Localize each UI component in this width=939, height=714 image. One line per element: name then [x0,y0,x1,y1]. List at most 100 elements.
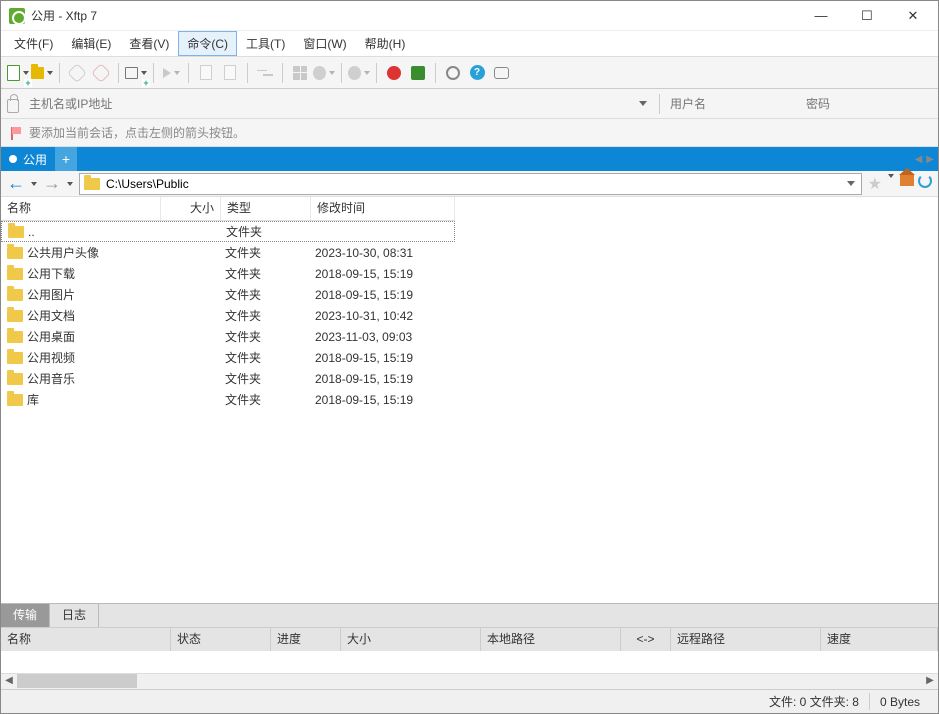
file-type: 文件夹 [225,370,315,387]
file-modified: 2023-11-03, 09:03 [315,330,455,344]
tcol-local[interactable]: 本地路径 [481,628,621,651]
address-bar [1,89,938,119]
file-type: 文件夹 [225,328,315,345]
file-view: 名称 大小 类型 修改时间 ..文件夹公共用户头像文件夹2023-10-30, … [1,197,938,603]
host-dropdown-icon[interactable] [639,101,647,106]
file-modified: 2018-09-15, 15:19 [315,393,455,407]
nav-back-button[interactable]: ← [5,173,27,194]
bookmark-dropdown[interactable] [888,174,894,178]
toolbar: + + ? [1,57,938,89]
file-name: 公用文档 [27,307,225,324]
file-row[interactable]: 公用下载文件夹2018-09-15, 15:19 [1,263,455,284]
file-row[interactable]: 公用视频文件夹2018-09-15, 15:19 [1,347,455,368]
file-row[interactable]: ..文件夹 [1,221,455,242]
col-modified[interactable]: 修改时间 [311,197,455,220]
menu-view[interactable]: 查看(V) [120,31,178,56]
file-name: 公用图片 [27,286,225,303]
window-title: 公用 - Xftp 7 [31,7,97,24]
file-row[interactable]: 库文件夹2018-09-15, 15:19 [1,389,455,410]
lock-icon [7,99,19,113]
play-button[interactable] [160,62,182,84]
tcol-remote[interactable]: 远程路径 [671,628,821,651]
file-row[interactable]: 公用音乐文件夹2018-09-15, 15:19 [1,368,455,389]
tab-log[interactable]: 日志 [50,604,99,627]
add-session-tab[interactable]: + [55,147,77,171]
col-type[interactable]: 类型 [221,197,311,220]
tab-next-icon[interactable]: ▶ [926,154,934,165]
file-row[interactable]: 公用文档文件夹2023-10-31, 10:42 [1,305,455,326]
home-icon[interactable] [900,174,914,186]
layout-button[interactable] [289,62,311,84]
new-session-button[interactable]: + [7,62,29,84]
tab-transfer[interactable]: 传输 [1,604,50,627]
menu-edit[interactable]: 编辑(E) [62,31,120,56]
folder-icon [84,178,100,190]
bookmark-icon[interactable]: ★ [868,174,882,194]
local-panel: 名称 大小 类型 修改时间 ..文件夹公共用户头像文件夹2023-10-30, … [1,197,455,603]
tcol-speed[interactable]: 速度 [821,628,938,651]
transfer-button[interactable] [254,62,276,84]
menu-tool[interactable]: 工具(T) [237,31,294,56]
swirl-icon[interactable] [383,62,405,84]
nav-forward-dropdown[interactable] [67,182,73,186]
tab-prev-icon[interactable]: ◀ [915,154,923,165]
menu-command[interactable]: 命令(C) [178,31,237,56]
feedback-button[interactable] [490,62,512,84]
file-name: 公共用户头像 [27,244,225,261]
session-tab-label: 公用 [23,151,47,168]
tcol-direction[interactable]: <-> [621,628,671,651]
host-input[interactable] [25,93,633,115]
column-headers: 名称 大小 类型 修改时间 [1,197,455,221]
nav-back-dropdown[interactable] [31,182,37,186]
path-input[interactable] [106,177,843,191]
menu-window[interactable]: 窗口(W) [294,31,355,56]
file-row[interactable]: 公用图片文件夹2018-09-15, 15:19 [1,284,455,305]
minimize-button[interactable]: — [798,1,844,31]
file-name: 公用下载 [27,265,225,282]
folder-icon [7,310,23,322]
file-type: 文件夹 [226,223,316,240]
file-name: 公用音乐 [27,370,225,387]
tcol-name[interactable]: 名称 [1,628,171,651]
close-button[interactable]: ✕ [890,1,936,31]
new-folder-button[interactable] [219,62,241,84]
hint-text: 要添加当前会话，点击左侧的箭头按钮。 [29,124,245,141]
tcol-status[interactable]: 状态 [171,628,271,651]
file-name: .. [28,225,226,239]
new-file-button[interactable] [195,62,217,84]
file-type: 文件夹 [225,349,315,366]
file-row[interactable]: 公共用户头像文件夹2023-10-30, 08:31 [1,242,455,263]
tcol-size[interactable]: 大小 [341,628,481,651]
password-input[interactable] [802,93,932,115]
transfer-body: ◀▶ [1,651,938,689]
new-terminal-button[interactable]: + [125,62,147,84]
tcol-progress[interactable]: 进度 [271,628,341,651]
settings-button[interactable] [442,62,464,84]
path-box [79,173,862,195]
col-size[interactable]: 大小 [161,197,221,220]
session-tab-public[interactable]: 公用 [1,147,55,171]
maximize-button[interactable]: ☐ [844,1,890,31]
refresh-icon[interactable] [918,174,932,188]
username-input[interactable] [666,93,796,115]
disconnect-button[interactable] [90,62,112,84]
status-bar: 文件: 0 文件夹: 8 0 Bytes [1,689,938,713]
open-session-button[interactable] [31,62,53,84]
file-modified: 2018-09-15, 15:19 [315,351,455,365]
record-button[interactable] [348,62,370,84]
menu-help[interactable]: 帮助(H) [356,31,415,56]
connect-button[interactable] [66,62,88,84]
help-button[interactable]: ? [466,62,488,84]
file-modified: 2023-10-31, 10:42 [315,309,455,323]
folder-icon [7,247,23,259]
nav-forward-button[interactable]: → [41,173,63,194]
menu-file[interactable]: 文件(F) [5,31,62,56]
col-name[interactable]: 名称 [1,197,161,220]
file-list[interactable]: ..文件夹公共用户头像文件夹2023-10-30, 08:31公用下载文件夹20… [1,221,455,603]
folder-icon [7,352,23,364]
netsarang-icon[interactable] [407,62,429,84]
horizontal-scrollbar[interactable]: ◀▶ [1,673,938,689]
sync-button[interactable] [313,62,335,84]
path-dropdown-icon[interactable] [847,181,855,186]
file-row[interactable]: 公用桌面文件夹2023-11-03, 09:03 [1,326,455,347]
